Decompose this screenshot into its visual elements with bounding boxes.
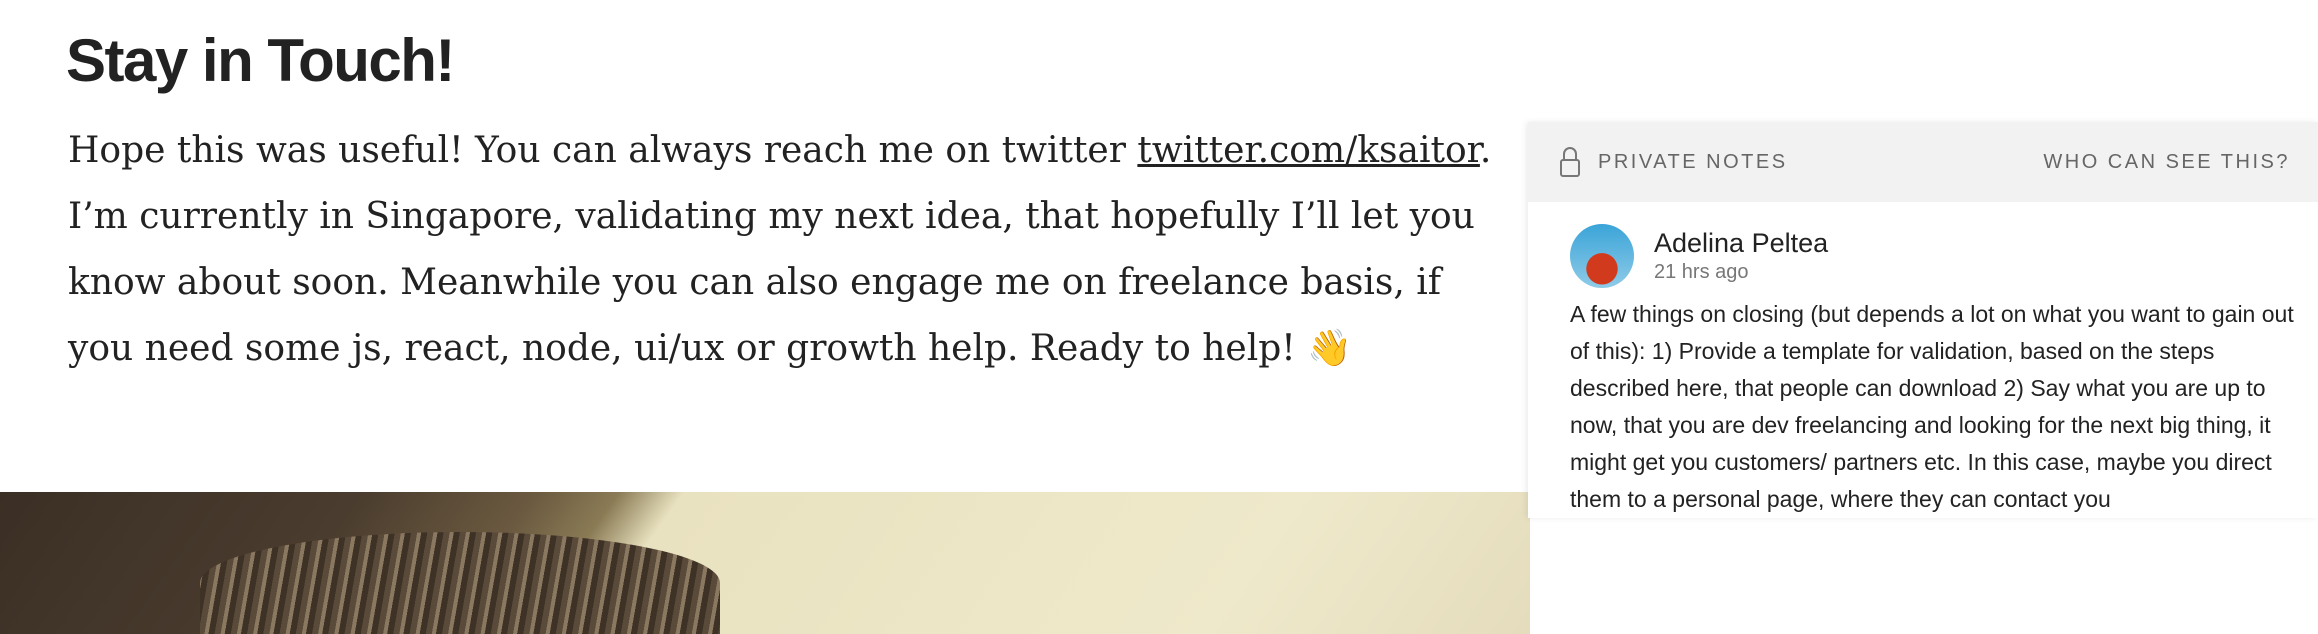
avatar[interactable] [1570,224,1634,288]
private-notes-panel: PRIVATE NOTES WHO CAN SEE THIS? Adelina … [1528,122,2318,518]
article-photo [0,492,1530,634]
notes-header: PRIVATE NOTES WHO CAN SEE THIS? [1528,122,2318,202]
section-heading: Stay in Touch! [66,27,455,94]
note-author[interactable]: Adelina Peltea [1654,228,1828,259]
paragraph-text: Hope this was useful! You can always rea… [68,130,1138,171]
photo-subject [200,532,720,634]
note-timestamp: 21 hrs ago [1654,261,1749,283]
note-item: Adelina Peltea 21 hrs ago A few things o… [1528,202,2318,518]
lock-icon [1560,147,1580,177]
article-paragraph: Hope this was useful! You can always rea… [68,118,1508,382]
notes-title: PRIVATE NOTES [1598,150,1788,173]
who-can-see-link[interactable]: WHO CAN SEE THIS? [2043,151,2290,174]
note-text: A few things on closing (but depends a l… [1570,301,2294,512]
twitter-link[interactable]: twitter.com/ksaitor [1137,130,1480,171]
